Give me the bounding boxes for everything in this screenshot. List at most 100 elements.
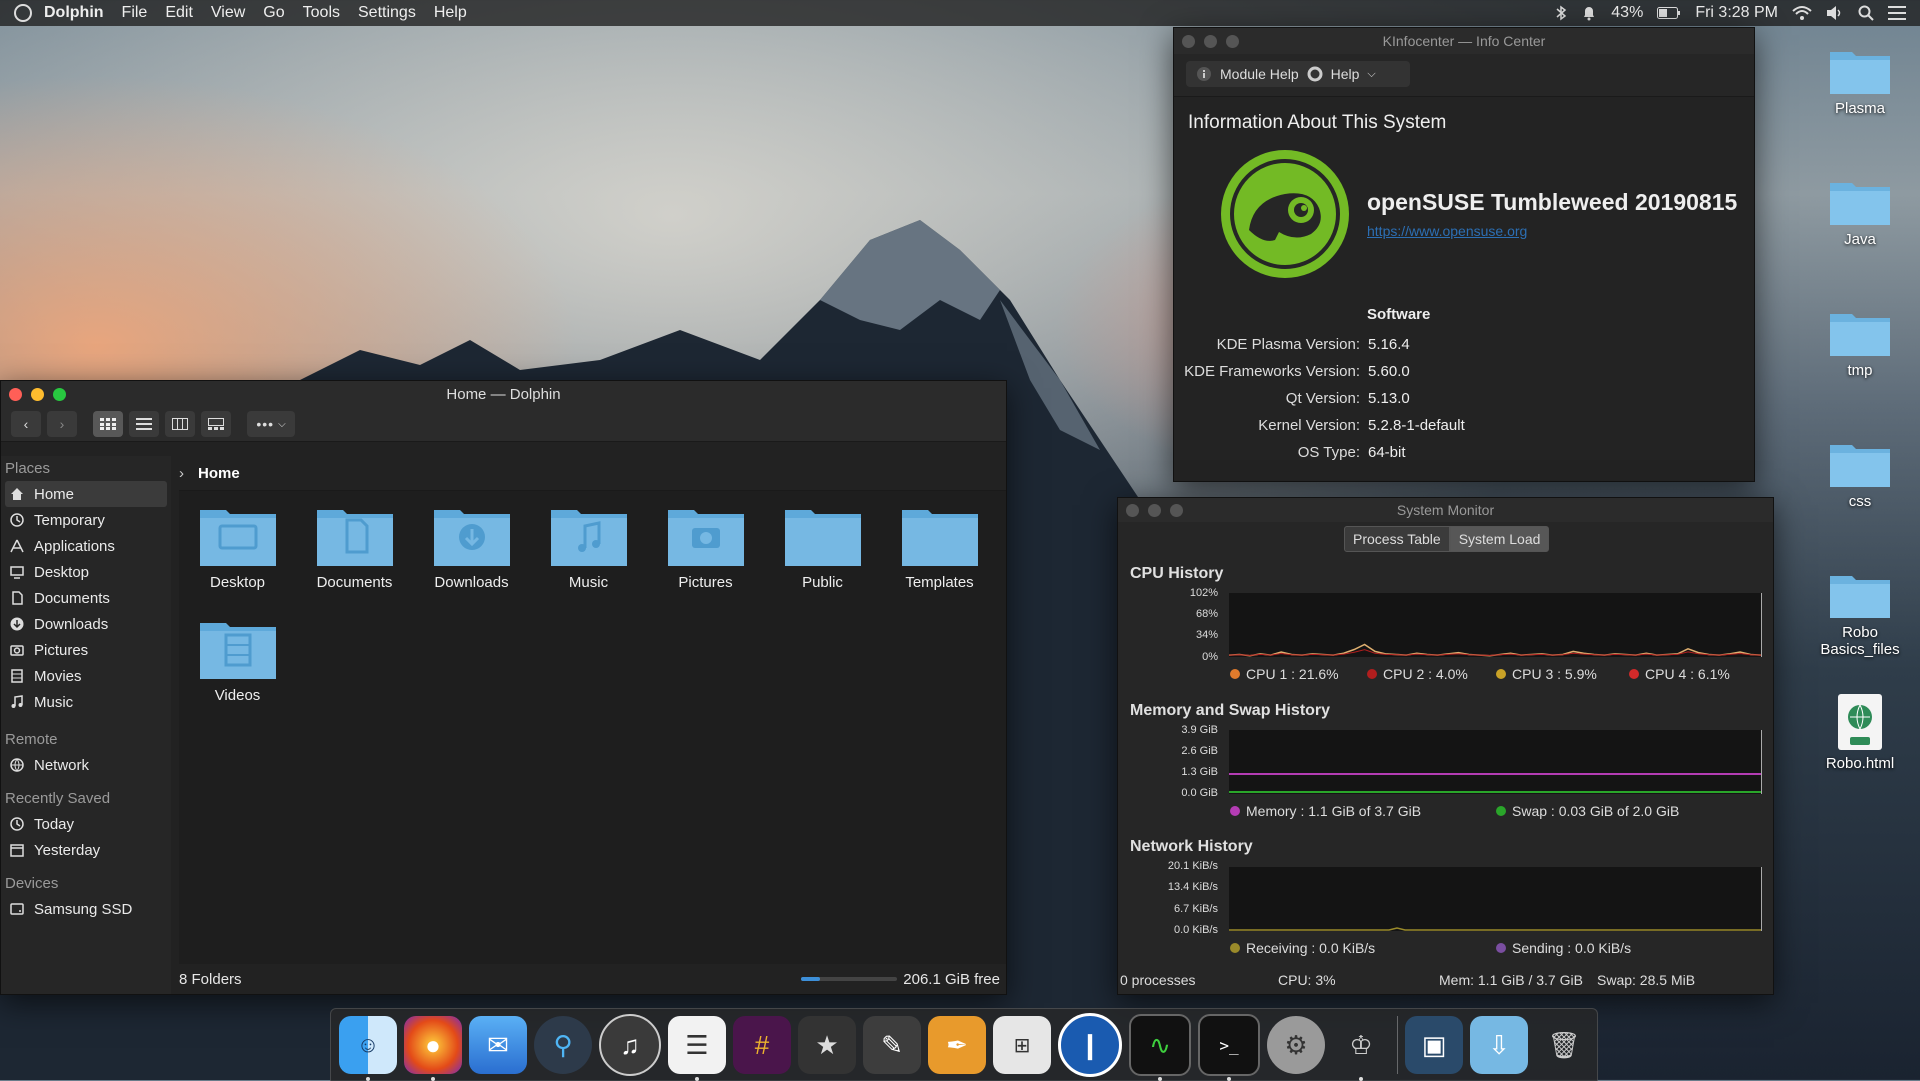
close-button[interactable] [1126, 504, 1139, 517]
minimize-button[interactable] [1148, 504, 1161, 517]
close-button[interactable] [9, 388, 22, 401]
minimize-button[interactable] [31, 388, 44, 401]
dock-quicktime[interactable]: ⚲ [534, 1016, 592, 1074]
music-icon: ♫ [620, 1029, 640, 1060]
menu-file[interactable]: File [122, 4, 148, 22]
module-help-button[interactable]: Module Help [1220, 66, 1299, 82]
opensuse-logo-icon[interactable] [14, 4, 32, 22]
dock-trash[interactable]: 🗑 [1535, 1016, 1593, 1074]
folder-item[interactable]: Desktop [179, 498, 296, 611]
legend-cpu2: CPU 2 : 4.0% [1367, 666, 1468, 682]
desktop-icon-robo-html[interactable]: Robo.html [1810, 693, 1910, 772]
chevron-right-icon[interactable]: › [179, 465, 184, 482]
menu-go[interactable]: Go [263, 4, 284, 22]
dock-reminders[interactable]: ☰ [668, 1016, 726, 1081]
folder-item[interactable]: Pictures [647, 498, 764, 611]
net-ytick: 6.7 KiB/s [1173, 903, 1218, 915]
legend-label: Receiving : 0.0 KiB/s [1246, 940, 1376, 956]
folder-item[interactable]: Templates [881, 498, 998, 611]
tab-process-table[interactable]: Process Table [1344, 526, 1450, 552]
volume-icon[interactable] [1826, 5, 1844, 21]
menu-help[interactable]: Help [434, 4, 467, 22]
search-icon[interactable] [1858, 5, 1874, 21]
sidebar-item-music[interactable]: Music [1, 689, 171, 715]
dolphin-titlebar[interactable]: Home — Dolphin [1, 381, 1006, 407]
forward-button[interactable]: › [47, 411, 77, 437]
desktop-icon-robo-basics-files[interactable]: Robo Basics_files [1810, 568, 1910, 658]
file-view[interactable]: › Home Desktop Documents Downloads Music Pic… [179, 456, 1006, 994]
folder-item[interactable]: Documents [296, 498, 413, 611]
sidebar-item-home[interactable]: Home [5, 481, 167, 507]
sidebar-item-applications[interactable]: Applications [1, 533, 171, 559]
control-center-icon[interactable] [1888, 6, 1906, 20]
menu-tools[interactable]: Tools [303, 4, 340, 22]
wifi-icon[interactable] [1792, 5, 1812, 21]
lock-icon: ❙ [1079, 1029, 1101, 1060]
sysmon-titlebar[interactable]: System Monitor [1118, 498, 1773, 522]
kinfo-titlebar[interactable]: KInfocenter — Info Center [1174, 28, 1754, 54]
dock-firefox[interactable]: ● [404, 1016, 462, 1081]
sidebar-item-desktop[interactable]: Desktop [1, 559, 171, 585]
folder-item[interactable]: Music [530, 498, 647, 611]
menu-settings[interactable]: Settings [358, 4, 416, 22]
sidebar-item-network[interactable]: Network [1, 752, 171, 778]
dock-1password[interactable]: ❙ [1058, 1013, 1122, 1077]
dock-slack[interactable]: # [733, 1016, 791, 1074]
menu-app-name[interactable]: Dolphin [44, 4, 104, 22]
sidebar-item-yesterday[interactable]: Yesterday [1, 837, 171, 863]
dock-textedit[interactable]: ✎ [863, 1016, 921, 1074]
dock-mail[interactable]: ✉ [469, 1016, 527, 1074]
tab-system-load[interactable]: System Load [1449, 526, 1550, 552]
details-view-button[interactable] [129, 411, 159, 437]
sidebar-item-today[interactable]: Today [1, 811, 171, 837]
folder-item[interactable]: Public [764, 498, 881, 611]
dock-itunes[interactable]: ♫ [599, 1014, 661, 1076]
dock-activity-monitor[interactable]: ∿ [1129, 1014, 1191, 1081]
gallery-view-button[interactable] [201, 411, 231, 437]
minimize-button[interactable] [1204, 35, 1217, 48]
desktop-icon-java[interactable]: Java [1810, 175, 1910, 248]
menu-edit[interactable]: Edit [165, 4, 193, 22]
dock-calculator[interactable]: ⊞ [993, 1016, 1051, 1074]
chevron-down-icon: ⌵ [278, 418, 286, 430]
columns-view-button[interactable] [165, 411, 195, 437]
menu-view[interactable]: View [211, 4, 245, 22]
battery-percent[interactable]: 43% [1611, 4, 1643, 22]
battery-icon[interactable] [1657, 7, 1681, 19]
sidebar-item-movies[interactable]: Movies [1, 663, 171, 689]
folder-item[interactable]: Videos [179, 611, 296, 724]
desktop-icon-css[interactable]: css [1810, 437, 1910, 510]
dock-terminal[interactable]: >_ [1198, 1014, 1260, 1081]
maximize-button[interactable] [53, 388, 66, 401]
more-actions-button[interactable]: ••• ⌵ [247, 411, 295, 437]
dock-pages[interactable]: ✒ [928, 1016, 986, 1074]
folder-item[interactable]: Downloads [413, 498, 530, 611]
dock-automator[interactable]: ♔ [1332, 1016, 1390, 1081]
os-website-link[interactable]: https://www.opensuse.org [1367, 223, 1527, 239]
dock-downloads-folder[interactable]: ⇩ [1470, 1016, 1528, 1074]
desktop-icon-label: Plasma [1834, 100, 1886, 117]
sidebar-item-temporary[interactable]: Temporary [1, 507, 171, 533]
sidebar-item-samsung-ssd[interactable]: Samsung SSD [1, 896, 171, 922]
bluetooth-icon[interactable] [1555, 5, 1567, 21]
chevron-down-icon[interactable]: ⌵ [1367, 68, 1375, 81]
sidebar-item-pictures[interactable]: Pictures [1, 637, 171, 663]
dock-preview[interactable]: ▣ [1405, 1016, 1463, 1074]
maximize-button[interactable] [1170, 504, 1183, 517]
back-button[interactable]: ‹ [11, 411, 41, 437]
close-button[interactable] [1182, 35, 1195, 48]
notification-bell-icon[interactable] [1581, 5, 1597, 21]
sidebar-item-documents[interactable]: Documents [1, 585, 171, 611]
dock-system-settings[interactable]: ⚙ [1267, 1016, 1325, 1074]
help-button[interactable]: Help [1331, 66, 1360, 82]
sidebar-item-label: Downloads [34, 615, 109, 633]
maximize-button[interactable] [1226, 35, 1239, 48]
clock[interactable]: Fri 3:28 PM [1695, 4, 1778, 22]
desktop-icon-plasma[interactable]: Plasma [1810, 44, 1910, 117]
dock-finder[interactable]: ☺ [339, 1016, 397, 1081]
icons-view-button[interactable] [93, 411, 123, 437]
breadcrumb-home[interactable]: Home [198, 465, 240, 482]
desktop-icon-tmp[interactable]: tmp [1810, 306, 1910, 379]
dock-imovie[interactable]: ★ [798, 1016, 856, 1074]
sidebar-item-downloads[interactable]: Downloads [1, 611, 171, 637]
